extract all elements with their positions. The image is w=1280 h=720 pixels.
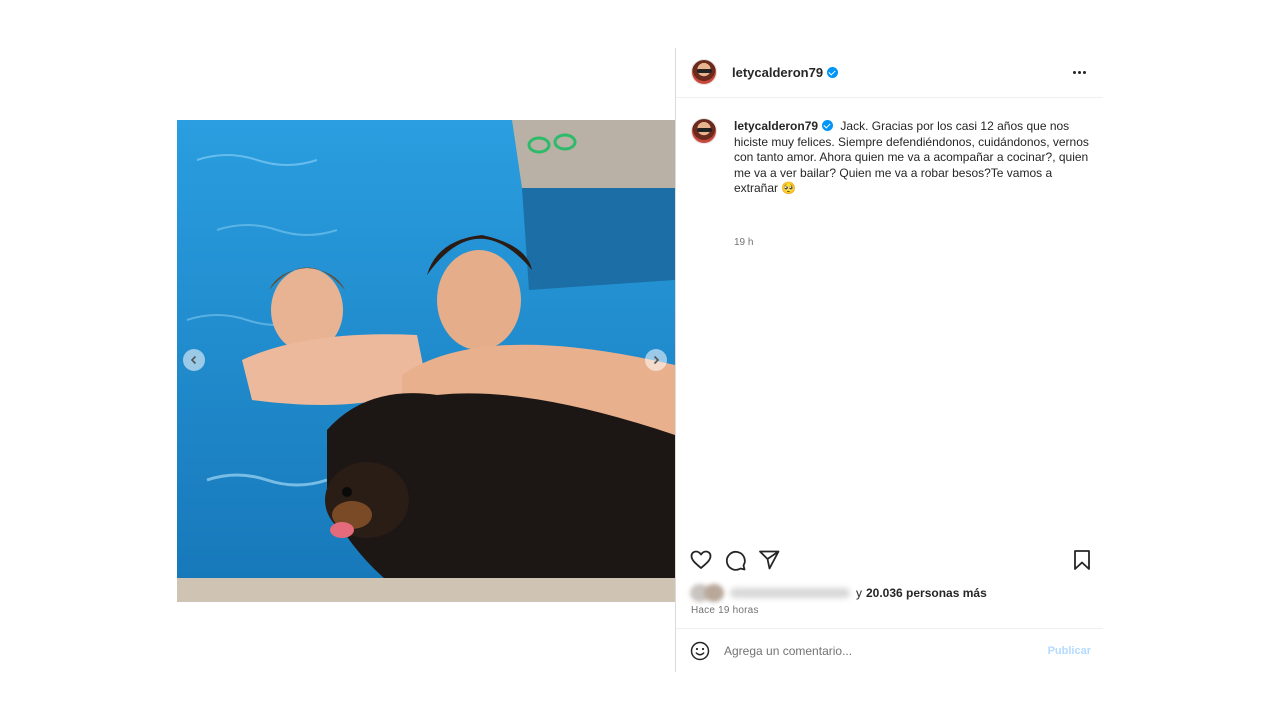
send-icon <box>759 550 780 570</box>
post-timestamp[interactable]: Hace 19 horas <box>691 605 759 616</box>
action-bar <box>676 545 1103 575</box>
save-button[interactable] <box>1070 548 1094 572</box>
bookmark-icon <box>1074 550 1090 570</box>
share-button[interactable] <box>757 548 781 572</box>
verified-badge-icon <box>827 67 839 78</box>
post-header: letycalderon79 <box>676 48 1103 98</box>
liker-avatar <box>704 584 724 602</box>
comment-composer: Publicar <box>676 628 1103 672</box>
likes-summary[interactable]: y 20.036 personas más <box>690 584 987 602</box>
verified-badge-icon <box>822 120 834 131</box>
caption-author-avatar[interactable] <box>691 118 717 144</box>
comment-input[interactable] <box>724 641 1024 661</box>
likes-conjunction: y <box>856 586 862 600</box>
post-media <box>177 120 675 602</box>
comment-icon <box>725 550 746 571</box>
caption-section: letycalderon79 Jack. Gracias por los cas… <box>676 98 1103 538</box>
liker-name-blurred <box>730 588 850 598</box>
heart-icon <box>690 550 712 569</box>
previous-photo-button[interactable] <box>183 349 205 371</box>
emoji-button[interactable] <box>690 641 710 661</box>
chevron-left-icon <box>190 355 197 365</box>
more-options-button[interactable] <box>1069 64 1089 80</box>
publish-button[interactable]: Publicar <box>1048 645 1091 657</box>
caption-author-link[interactable]: letycalderon79 <box>734 119 834 133</box>
author-username-link[interactable]: letycalderon79 <box>732 65 839 80</box>
next-photo-button[interactable] <box>645 349 667 371</box>
like-button[interactable] <box>689 548 713 572</box>
caption-text: letycalderon79 Jack. Gracias por los cas… <box>734 119 1092 197</box>
comment-button[interactable] <box>723 548 747 572</box>
likes-count[interactable]: 20.036 personas más <box>866 586 987 600</box>
caption-time[interactable]: 19 h <box>734 237 753 248</box>
post-photo <box>177 120 675 602</box>
post-side-panel: letycalderon79 letycalderon79 Jack. Grac… <box>676 48 1103 672</box>
more-horizontal-icon <box>1072 70 1076 74</box>
smiley-icon <box>690 641 710 661</box>
author-avatar[interactable] <box>691 59 717 85</box>
chevron-right-icon <box>653 355 660 365</box>
